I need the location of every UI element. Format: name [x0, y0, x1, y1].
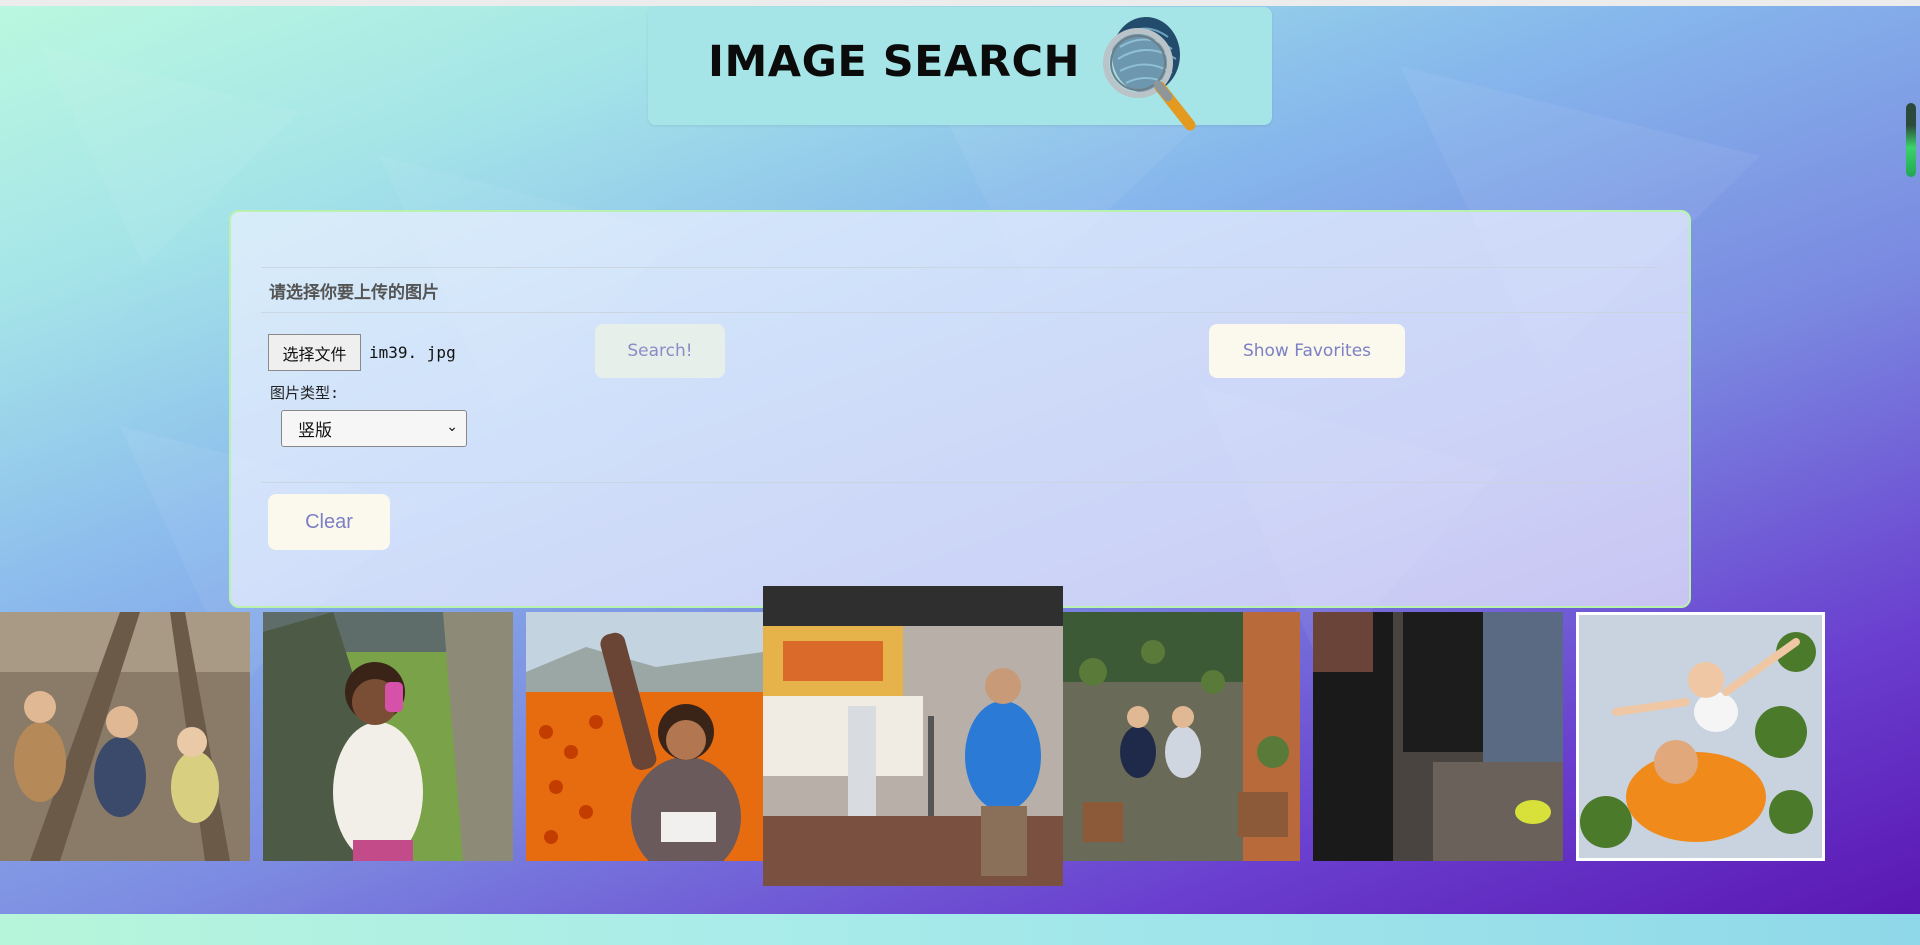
gallery-image[interactable] — [1063, 612, 1300, 861]
divider — [261, 482, 1657, 483]
bottom-strip — [0, 914, 1920, 945]
page-title: IMAGE SEARCH — [708, 37, 1080, 87]
gallery-image[interactable] — [0, 612, 250, 861]
magnifier-fingerprint-icon — [1103, 17, 1196, 131]
image-type-label: 图片类型: — [270, 384, 340, 402]
image-type-selected-value: 竖版 — [298, 421, 332, 441]
divider — [261, 267, 1657, 268]
search-button[interactable]: Search! — [595, 324, 725, 378]
gallery-image[interactable] — [263, 612, 513, 861]
gallery-image-selected[interactable] — [763, 586, 1063, 886]
search-panel: 请选择你要上传的图片 选择文件 im39. jpg 图片类型: 竖版 ⌄ Sea… — [229, 210, 1691, 608]
gallery-image[interactable] — [1576, 612, 1825, 861]
selected-file-name: im39. jpg — [369, 343, 456, 362]
header-banner: IMAGE SEARCH — [648, 7, 1272, 131]
show-favorites-button[interactable]: Show Favorites — [1209, 324, 1405, 378]
gallery-image[interactable] — [526, 612, 763, 861]
clear-button[interactable]: Clear — [268, 494, 390, 550]
divider — [261, 312, 1687, 313]
upload-prompt-label: 请选择你要上传的图片 — [269, 283, 439, 303]
scroll-indicator[interactable] — [1906, 103, 1916, 177]
gallery-image[interactable] — [1313, 612, 1563, 861]
choose-file-button[interactable]: 选择文件 — [268, 334, 361, 371]
chevron-down-icon: ⌄ — [446, 419, 458, 435]
image-type-select[interactable]: 竖版 ⌄ — [281, 410, 467, 447]
